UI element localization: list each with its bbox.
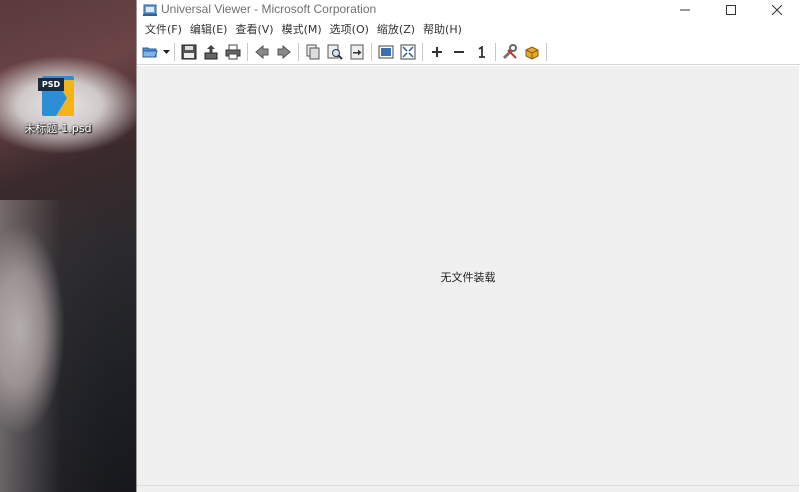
menu-view[interactable]: 查看(V) bbox=[231, 20, 277, 40]
forward-arrow-icon bbox=[277, 44, 291, 60]
copy-icon bbox=[306, 44, 320, 60]
desktop-file-label: 未标题-1.psd bbox=[24, 122, 92, 135]
universal-viewer-icon bbox=[143, 4, 157, 16]
find-button[interactable] bbox=[324, 41, 346, 63]
next-button[interactable] bbox=[273, 41, 295, 63]
export-icon bbox=[204, 45, 218, 60]
fit-image-icon bbox=[378, 45, 394, 59]
desktop-background: PSD 未标题-1.psd bbox=[0, 0, 136, 492]
open-button[interactable] bbox=[139, 41, 161, 63]
fullscreen-icon bbox=[400, 44, 416, 60]
fit-image-button[interactable] bbox=[375, 41, 397, 63]
menu-zoom[interactable]: 缩放(Z) bbox=[373, 20, 419, 40]
settings-tools-icon bbox=[502, 44, 517, 60]
desktop-file-item[interactable]: PSD 未标题-1.psd bbox=[18, 76, 98, 136]
toolbar-separator bbox=[495, 43, 496, 61]
options-button[interactable] bbox=[499, 41, 521, 63]
toolbar-separator bbox=[371, 43, 372, 61]
desktop-wallpaper-shade bbox=[0, 200, 136, 492]
original-size-icon bbox=[478, 46, 485, 58]
find-icon bbox=[327, 44, 343, 60]
menu-bar: 文件(F) 编辑(E) 查看(V) 模式(M) 选项(O) 缩放(Z) 帮助(H… bbox=[137, 20, 800, 40]
copy-button[interactable] bbox=[302, 41, 324, 63]
psd-badge: PSD bbox=[38, 78, 64, 91]
menu-edit[interactable]: 编辑(E) bbox=[186, 20, 232, 40]
toolbar-separator bbox=[247, 43, 248, 61]
goto-button[interactable] bbox=[346, 41, 368, 63]
zoom-out-icon bbox=[454, 51, 464, 53]
goto-icon bbox=[350, 44, 364, 60]
status-bar bbox=[137, 485, 799, 492]
zoom-in-button[interactable] bbox=[426, 41, 448, 63]
psd-file-icon[interactable]: PSD bbox=[38, 76, 78, 118]
previous-button[interactable] bbox=[251, 41, 273, 63]
toolbar bbox=[137, 40, 800, 65]
window-title: Universal Viewer - Microsoft Corporation bbox=[161, 2, 377, 16]
zoom-out-button[interactable] bbox=[448, 41, 470, 63]
menu-help[interactable]: 帮助(H) bbox=[419, 20, 466, 40]
toolbar-separator bbox=[298, 43, 299, 61]
print-icon bbox=[225, 44, 241, 60]
toolbar-separator bbox=[174, 43, 175, 61]
zoom-in-icon bbox=[432, 47, 442, 57]
close-button[interactable] bbox=[754, 0, 800, 20]
dropdown-arrow-icon bbox=[162, 50, 170, 54]
plugins-button[interactable] bbox=[521, 41, 543, 63]
title-bar[interactable]: Universal Viewer - Microsoft Corporation bbox=[137, 0, 800, 20]
save-icon bbox=[181, 44, 197, 60]
back-arrow-icon bbox=[255, 44, 269, 60]
original-size-button[interactable] bbox=[470, 41, 492, 63]
toolbar-separator bbox=[546, 43, 547, 61]
minimize-icon bbox=[680, 9, 690, 11]
menu-file[interactable]: 文件(F) bbox=[141, 20, 186, 40]
open-dropdown-button[interactable] bbox=[161, 41, 171, 63]
print-button[interactable] bbox=[222, 41, 244, 63]
fullscreen-button[interactable] bbox=[397, 41, 419, 63]
viewer-area[interactable]: 无文件装载 bbox=[137, 66, 799, 486]
close-icon bbox=[772, 5, 782, 15]
save-button[interactable] bbox=[178, 41, 200, 63]
menu-options[interactable]: 选项(O) bbox=[326, 20, 373, 40]
open-folder-icon bbox=[142, 47, 158, 58]
maximize-button[interactable] bbox=[708, 0, 754, 20]
app-window: Universal Viewer - Microsoft Corporation… bbox=[136, 0, 800, 492]
empty-message: 无文件装载 bbox=[440, 271, 496, 284]
menu-mode[interactable]: 模式(M) bbox=[278, 20, 326, 40]
export-button[interactable] bbox=[200, 41, 222, 63]
minimize-button[interactable] bbox=[662, 0, 708, 20]
plugins-icon bbox=[525, 46, 539, 60]
toolbar-separator bbox=[422, 43, 423, 61]
maximize-icon bbox=[726, 5, 736, 15]
